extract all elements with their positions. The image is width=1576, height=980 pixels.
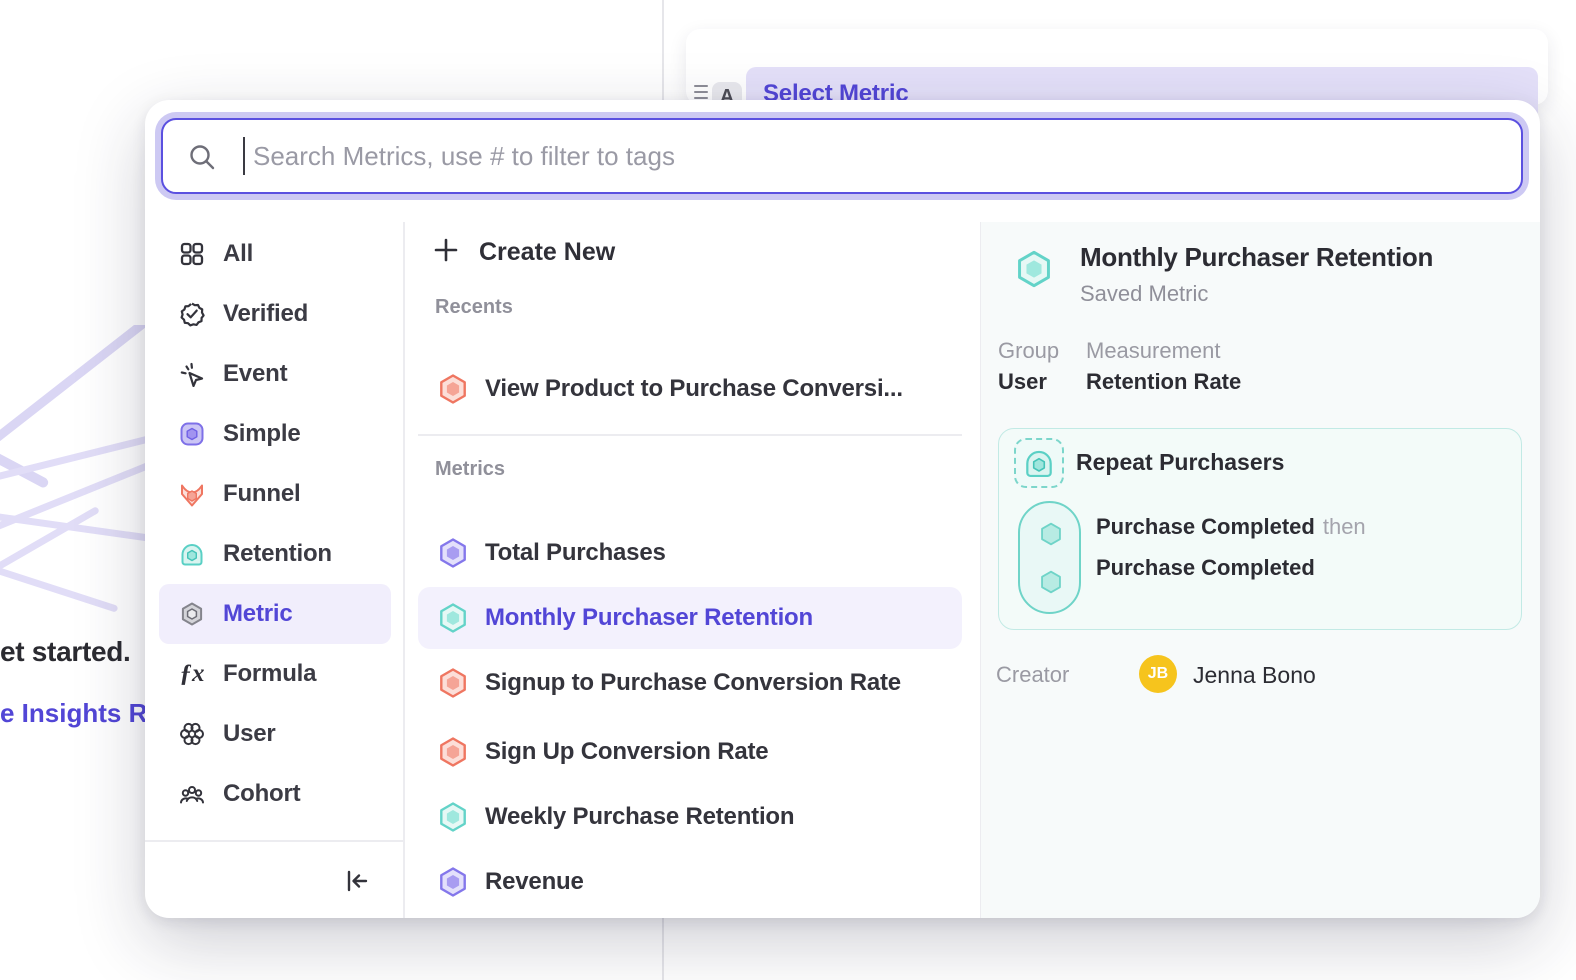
retention-metric-icon [436, 800, 470, 834]
sidebar-item-user[interactable]: User [145, 704, 403, 764]
simple-metric-icon [436, 865, 470, 899]
retention-metric-icon [436, 601, 470, 635]
user-flower-icon [179, 721, 205, 747]
metrics-section-label: Metrics [435, 458, 505, 481]
metric-item-revenue[interactable]: Revenue [418, 851, 962, 913]
group-label: Group [998, 338, 1059, 364]
metric-detail-panel: Monthly Purchaser Retention Saved Metric… [981, 222, 1540, 918]
definition-title: Repeat Purchasers [1076, 449, 1284, 476]
formula-fx-icon: ƒx [179, 661, 205, 687]
sidebar-item-cohort[interactable]: Cohort [145, 764, 403, 824]
detail-subtitle: Saved Metric [1080, 281, 1208, 307]
group-value: User [998, 369, 1047, 395]
screen: et started. e Insights Re A Select Metri… [0, 0, 1576, 980]
plus-icon [432, 236, 460, 269]
retention-icon [179, 541, 205, 567]
cursor-click-icon [179, 361, 205, 387]
metric-item-weekly-purchase-retention[interactable]: Weekly Purchase Retention [418, 786, 962, 848]
detail-title: Monthly Purchaser Retention [1080, 242, 1433, 273]
simple-metric-icon [179, 421, 205, 447]
metric-item-monthly-purchaser-retention[interactable]: Monthly Purchaser Retention [418, 587, 962, 649]
drag-handle-icon[interactable] [694, 85, 708, 99]
sidebar-item-all[interactable]: All [145, 224, 403, 284]
retention-definition-icon [1014, 438, 1064, 488]
collapse-sidebar-button[interactable] [335, 860, 377, 902]
background-insights-report-link[interactable]: e Insights Re [0, 698, 162, 729]
creator-name: Jenna Bono [1193, 662, 1316, 689]
event-hexagon-icon [1038, 521, 1064, 547]
grid-icon [179, 241, 205, 267]
event-hexagon-icon [1038, 569, 1064, 595]
sidebar-divider [403, 222, 405, 918]
metric-picker-modal: All Verified Event Simple [145, 100, 1540, 918]
cohort-people-icon [179, 781, 205, 807]
sidebar-item-formula[interactable]: ƒx Formula [145, 644, 403, 704]
recents-section-label: Recents [435, 296, 513, 319]
simple-metric-icon [436, 536, 470, 570]
event-sequence-pill [1018, 501, 1081, 614]
recent-item-view-product-to-purchase[interactable]: View Product to Purchase Conversi... [418, 358, 962, 420]
metric-item-total-purchases[interactable]: Total Purchases [418, 522, 962, 584]
sidebar-item-verified[interactable]: Verified [145, 284, 403, 344]
collapse-left-icon [342, 867, 370, 895]
metric-item-sign-up-conversion-rate[interactable]: Sign Up Conversion Rate [418, 721, 962, 783]
search-input[interactable] [163, 120, 1521, 192]
definition-step-1: Purchase Completedthen [1096, 514, 1366, 540]
measurement-value: Retention Rate [1086, 369, 1241, 395]
background-partial-heading: et started. [0, 636, 131, 668]
verified-badge-icon [179, 301, 205, 327]
creator-avatar: JB [1139, 655, 1177, 693]
query-builder-row: A Select Metric [686, 29, 1548, 105]
retention-metric-icon-large [1013, 248, 1055, 290]
measurement-label: Measurement [1086, 338, 1221, 364]
funnel-metric-icon [436, 666, 470, 700]
funnel-metric-icon [436, 372, 470, 406]
sidebar-item-retention[interactable]: Retention [145, 524, 403, 584]
sidebar-footer-divider [145, 840, 403, 842]
type-filter-sidebar: All Verified Event Simple [145, 224, 403, 824]
creator-label: Creator [996, 662, 1069, 688]
sidebar-item-event[interactable]: Event [145, 344, 403, 404]
background-line-illustration [0, 325, 150, 635]
create-new-button[interactable]: Create New [418, 226, 838, 278]
sidebar-item-funnel[interactable]: Funnel [145, 464, 403, 524]
metric-hexagon-icon [179, 601, 205, 627]
funnel-metric-icon [436, 735, 470, 769]
metric-definition-card: Repeat Purchasers Purchase Completedthen… [998, 428, 1522, 630]
funnel-icon [179, 481, 205, 507]
sidebar-item-simple[interactable]: Simple [145, 404, 403, 464]
section-divider [418, 434, 962, 436]
definition-step-2: Purchase Completed [1096, 555, 1315, 581]
sidebar-item-metric[interactable]: Metric [159, 584, 391, 644]
metric-item-signup-to-purchase-conversion-rate[interactable]: Signup to Purchase Conversion Rate [418, 652, 962, 714]
search-bar[interactable] [161, 118, 1523, 194]
